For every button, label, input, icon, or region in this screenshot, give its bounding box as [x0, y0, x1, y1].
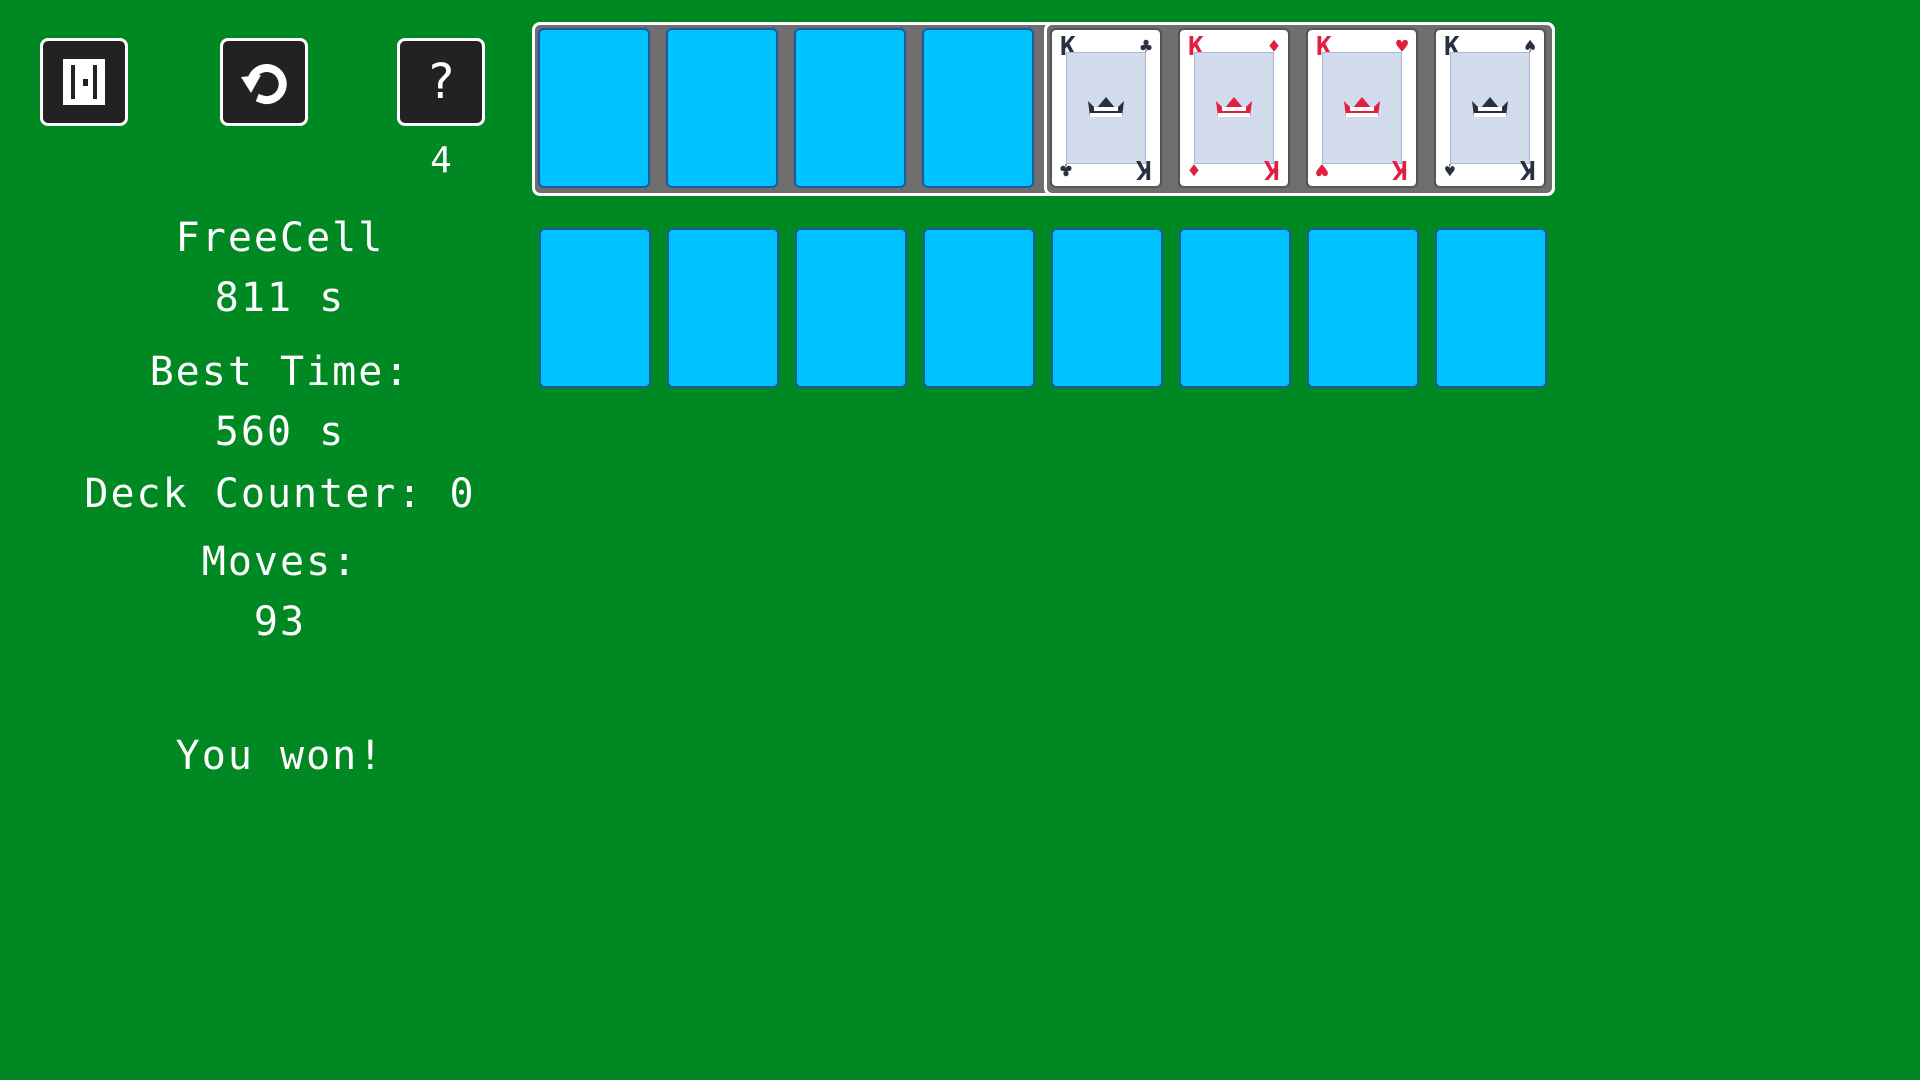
card-rank: K — [1392, 154, 1408, 184]
tableau-column-2[interactable] — [667, 228, 779, 388]
help-button[interactable]: ? — [397, 38, 485, 126]
foundation-spades[interactable]: K ♠ ♠ K — [1434, 28, 1546, 188]
card-rank: K — [1136, 154, 1152, 184]
foundation-hearts[interactable]: K ♥ ♥ K — [1306, 28, 1418, 188]
free-cell-2[interactable] — [666, 28, 778, 188]
game-board: ? 4 FreeCell 811 s Best Time: 560 s Deck… — [0, 0, 1920, 1080]
free-cell-3[interactable] — [794, 28, 906, 188]
exit-door-icon — [63, 59, 105, 105]
win-status: You won! — [175, 733, 385, 779]
crown-icon — [1344, 97, 1380, 117]
free-cell-4[interactable] — [922, 28, 1034, 188]
card-face-panel — [1322, 52, 1402, 164]
tableau-column-6[interactable] — [1179, 228, 1291, 388]
card-face-panel — [1066, 52, 1146, 164]
crown-icon — [1088, 97, 1124, 117]
tableau-column-7[interactable] — [1307, 228, 1419, 388]
foundation-diamonds[interactable]: K ♦ ♦ K — [1178, 28, 1290, 188]
crown-icon — [1216, 97, 1252, 117]
best-time-value: 560 s — [214, 409, 346, 455]
diamond-icon: ♦ — [1188, 158, 1201, 182]
tableau-column-5[interactable] — [1051, 228, 1163, 388]
foundation-clubs[interactable]: K ♣ ♣ K — [1050, 28, 1162, 188]
undo-arrow-icon — [241, 64, 287, 105]
exit-button[interactable] — [40, 38, 128, 126]
elapsed-time: 811 s — [214, 275, 346, 321]
game-name: FreeCell — [175, 215, 385, 261]
card-rank: K — [1520, 154, 1536, 184]
help-question-icon: ? — [426, 54, 456, 110]
club-icon: ♣ — [1060, 158, 1073, 182]
card-face-panel — [1450, 52, 1530, 164]
moves-value: 93 — [253, 599, 307, 645]
moves-label: Moves: — [201, 539, 359, 585]
spade-icon: ♠ — [1444, 158, 1457, 182]
tableau-column-3[interactable] — [795, 228, 907, 388]
tableau-column-8[interactable] — [1435, 228, 1547, 388]
tableau-column-4[interactable] — [923, 228, 1035, 388]
card-rank: K — [1264, 154, 1280, 184]
card-face-panel — [1194, 52, 1274, 164]
tableau-column-1[interactable] — [539, 228, 651, 388]
best-time-label: Best Time: — [149, 349, 411, 395]
free-cell-1[interactable] — [538, 28, 650, 188]
undo-button[interactable] — [220, 38, 308, 126]
deck-counter: Deck Counter: 0 — [84, 471, 476, 517]
hint-count: 4 — [430, 140, 452, 181]
crown-icon — [1472, 97, 1508, 117]
heart-icon: ♥ — [1316, 158, 1329, 182]
